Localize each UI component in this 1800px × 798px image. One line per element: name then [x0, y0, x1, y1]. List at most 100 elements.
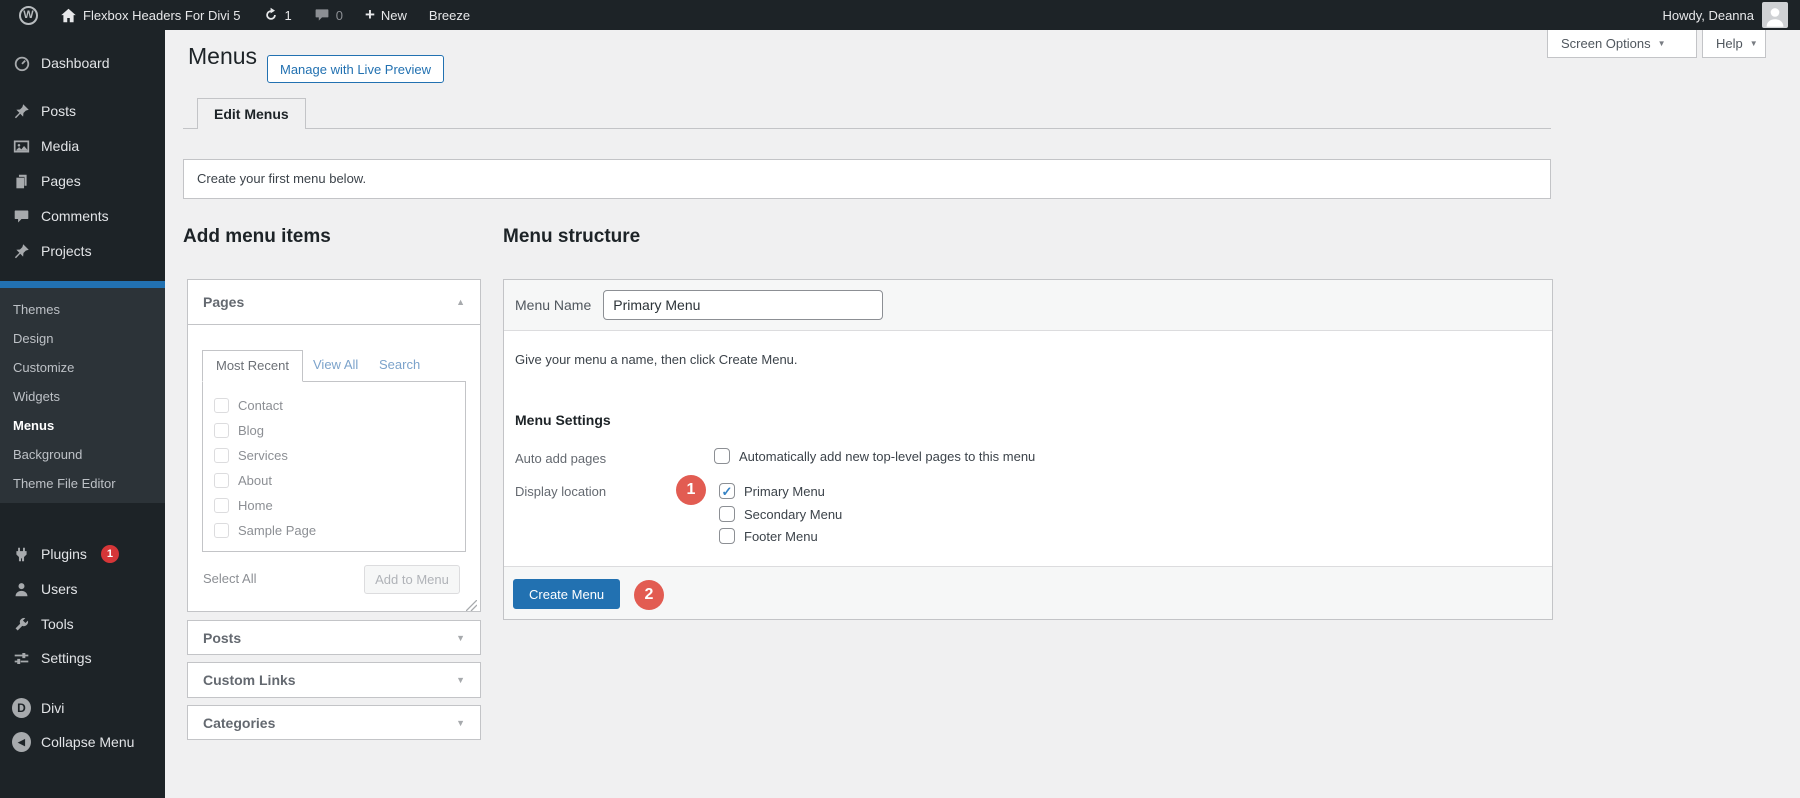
page-checkbox-row[interactable]: About: [203, 468, 465, 493]
dashboard-icon: [12, 54, 31, 73]
account-menu[interactable]: Howdy, Deanna: [1662, 0, 1800, 30]
create-menu-button[interactable]: Create Menu: [513, 579, 620, 609]
auto-add-pages-label: Auto add pages: [515, 451, 606, 466]
sidebar-item-settings[interactable]: Settings: [0, 641, 165, 675]
home-icon: [60, 7, 77, 24]
appearance-submenu: Themes Design Customize Widgets Menus Ba…: [0, 288, 165, 503]
site-name: Flexbox Headers For Divi 5: [83, 8, 241, 23]
chevron-down-icon: ▼: [1750, 39, 1758, 48]
new-content-menu[interactable]: + New: [354, 0, 418, 30]
custom-links-panel-header[interactable]: Custom Links ▼: [187, 662, 481, 698]
page-checkbox-row[interactable]: Blog: [203, 418, 465, 443]
pages-panel-header[interactable]: Pages ▲: [188, 280, 480, 325]
page-checkbox-row[interactable]: Contact: [203, 393, 465, 418]
submenu-widgets[interactable]: Widgets: [0, 383, 165, 411]
page-checkbox-row[interactable]: Home: [203, 493, 465, 518]
checkbox[interactable]: [714, 448, 730, 464]
checkbox[interactable]: [214, 523, 229, 538]
sidebar-item-tools[interactable]: Tools: [0, 607, 165, 641]
sidebar-item-label: Posts: [41, 103, 76, 119]
sidebar-item-divi[interactable]: D Divi: [0, 691, 165, 725]
checkbox[interactable]: [719, 528, 735, 544]
menu-structure-heading: Menu structure: [503, 226, 640, 248]
sidebar-item-plugins[interactable]: Plugins 1: [0, 537, 165, 571]
location-label: Primary Menu: [744, 484, 825, 499]
sidebar-item-collapse-menu[interactable]: ◀ Collapse Menu: [0, 725, 165, 759]
page-checkbox-row[interactable]: Sample Page: [203, 518, 465, 543]
add-to-menu-button[interactable]: Add to Menu: [364, 565, 460, 594]
sidebar-item-label: Collapse Menu: [41, 734, 134, 750]
notice: Create your first menu below.: [183, 159, 1551, 199]
checkbox[interactable]: [214, 423, 229, 438]
help-button[interactable]: Help ▼: [1702, 30, 1766, 58]
sidebar-item-users[interactable]: Users: [0, 572, 165, 606]
page-item-label: Blog: [238, 423, 264, 438]
tab-view-all[interactable]: View All: [313, 357, 358, 372]
site-name-menu[interactable]: Flexbox Headers For Divi 5: [49, 0, 252, 30]
media-icon: [12, 137, 31, 156]
chevron-down-icon: ▼: [456, 675, 465, 685]
breeze-menu[interactable]: Breeze: [418, 0, 481, 30]
sidebar-item-posts[interactable]: Posts: [0, 94, 165, 128]
comments-menu[interactable]: 0: [303, 0, 354, 30]
checkbox[interactable]: [214, 473, 229, 488]
updates-menu[interactable]: 1: [252, 0, 303, 30]
checkbox[interactable]: [719, 506, 735, 522]
auto-add-pages-option[interactable]: Automatically add new top-level pages to…: [714, 448, 1035, 464]
pages-panel: Pages ▲ Most Recent View All Search Cont…: [187, 279, 481, 612]
comments-icon: [12, 207, 31, 226]
submenu-menus[interactable]: Menus: [0, 412, 165, 440]
pin-icon: [12, 102, 31, 121]
posts-panel-header[interactable]: Posts ▼: [187, 620, 481, 655]
submenu-theme-file-editor[interactable]: Theme File Editor: [0, 470, 165, 498]
help-label: Help: [1716, 36, 1743, 51]
sidebar-item-dashboard[interactable]: Dashboard: [0, 46, 165, 80]
submenu-themes[interactable]: Themes: [0, 296, 165, 324]
location-primary-menu[interactable]: ✓ Primary Menu: [719, 483, 825, 499]
select-all-link[interactable]: Select All: [203, 571, 256, 586]
checkbox-checked[interactable]: ✓: [719, 483, 735, 499]
sidebar-item-pages[interactable]: Pages: [0, 164, 165, 198]
checkbox[interactable]: [214, 398, 229, 413]
sidebar-item-label: Divi: [41, 700, 64, 716]
checkmark-icon: ✓: [722, 485, 733, 498]
menu-name-input[interactable]: [603, 290, 883, 320]
checkbox[interactable]: [214, 498, 229, 513]
sidebar-item-label: Projects: [41, 243, 92, 259]
sidebar-item-projects[interactable]: Projects: [0, 234, 165, 268]
tab-edit-menus[interactable]: Edit Menus: [197, 98, 306, 129]
custom-links-panel-title: Custom Links: [203, 672, 296, 688]
menu-structure-box: Menu Name Give your menu a name, then cl…: [503, 279, 1553, 620]
resize-handle[interactable]: [466, 598, 477, 609]
submenu-customize[interactable]: Customize: [0, 354, 165, 382]
howdy-text: Howdy, Deanna: [1662, 8, 1754, 23]
tab-most-recent[interactable]: Most Recent: [202, 350, 303, 382]
sidebar-item-label: Plugins: [41, 546, 87, 562]
plus-icon: +: [365, 6, 375, 23]
page-checkbox-row[interactable]: Services: [203, 443, 465, 468]
avatar: [1762, 2, 1788, 28]
sidebar-item-label: Settings: [41, 650, 92, 666]
categories-panel-header[interactable]: Categories ▼: [187, 705, 481, 740]
submenu-background[interactable]: Background: [0, 441, 165, 469]
sidebar-item-comments[interactable]: Comments: [0, 199, 165, 233]
plugins-update-badge: 1: [101, 545, 119, 563]
update-count: 1: [285, 8, 292, 23]
tab-search[interactable]: Search: [379, 357, 420, 372]
checkbox[interactable]: [214, 448, 229, 463]
menu-instruction-text: Give your menu a name, then click Create…: [515, 352, 798, 367]
sidebar-item-media[interactable]: Media: [0, 129, 165, 163]
location-footer-menu[interactable]: Footer Menu: [719, 528, 818, 544]
wordpress-logo-menu[interactable]: W: [8, 0, 49, 30]
pages-icon: [12, 172, 31, 191]
screen-options-button[interactable]: Screen Options ▼: [1547, 30, 1697, 58]
chevron-down-icon: ▼: [456, 718, 465, 728]
sidebar-item-label: Users: [41, 581, 78, 597]
sidebar-item-label: Media: [41, 138, 79, 154]
location-secondary-menu[interactable]: Secondary Menu: [719, 506, 842, 522]
new-label: New: [381, 8, 407, 23]
add-menu-items-heading: Add menu items: [183, 226, 331, 248]
wordpress-admin-screen: W Flexbox Headers For Divi 5 1 0: [0, 0, 1800, 798]
submenu-design[interactable]: Design: [0, 325, 165, 353]
manage-live-preview-button[interactable]: Manage with Live Preview: [267, 55, 444, 83]
